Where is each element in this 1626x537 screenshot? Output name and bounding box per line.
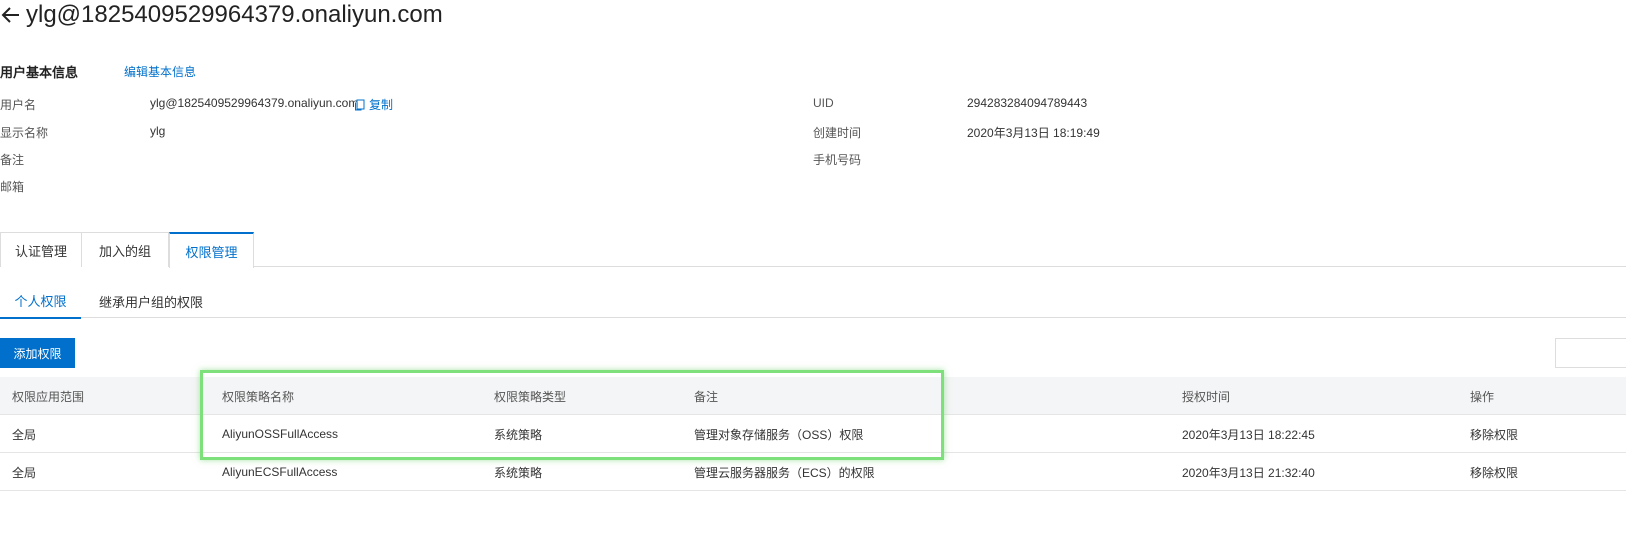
- page-title: ylg@1825409529964379.onaliyun.com: [26, 1, 443, 28]
- add-permission-button[interactable]: 添加权限: [0, 338, 75, 368]
- tab-auth-management[interactable]: 认证管理: [0, 232, 82, 267]
- row-scope: 全局: [12, 465, 37, 480]
- tab-personal-permissions[interactable]: 个人权限: [0, 284, 81, 319]
- uid-label: UID: [813, 96, 834, 110]
- basic-info-title: 用户基本信息: [0, 65, 79, 80]
- remark-label: 备注: [0, 153, 25, 167]
- header-scope: 权限应用范围: [12, 389, 85, 404]
- table-row: 全局 AliyunOSSFullAccess 系统策略 管理对象存储服务（OSS…: [0, 415, 1626, 453]
- tab-permission-management[interactable]: 权限管理: [169, 232, 254, 268]
- row-remark: 管理云服务器服务（ECS）的权限: [694, 465, 875, 480]
- phone-label: 手机号码: [813, 153, 862, 167]
- tab-joined-groups[interactable]: 加入的组: [82, 232, 169, 267]
- display-name-label: 显示名称: [0, 126, 49, 140]
- username-value: ylg@1825409529964379.onaliyun.com: [150, 96, 359, 110]
- page-header: ylg@1825409529964379.onaliyun.com: [0, 0, 443, 30]
- policy-name-link[interactable]: AliyunECSFullAccess: [222, 453, 337, 491]
- tab-inherited-group-permissions[interactable]: 继承用户组的权限: [88, 284, 214, 318]
- sub-tabs: 个人权限 继承用户组的权限: [0, 284, 1626, 319]
- header-policy-name: 权限策略名称: [222, 389, 295, 404]
- policy-name-link[interactable]: AliyunOSSFullAccess: [222, 415, 338, 453]
- ram-user-detail-page: ylg@1825409529964379.onaliyun.com 用户基本信息…: [0, 0, 1626, 537]
- table-row: 全局 AliyunECSFullAccess 系统策略 管理云服务器服务（ECS…: [0, 453, 1626, 491]
- row-granted-time: 2020年3月13日 21:32:40: [1182, 465, 1315, 480]
- header-granted-time: 授权时间: [1182, 389, 1231, 404]
- created-time-value: 2020年3月13日 18:19:49: [967, 126, 1100, 140]
- row-remark: 管理对象存储服务（OSS）权限: [694, 427, 864, 442]
- copy-icon: [354, 99, 366, 111]
- display-name-value: ylg: [150, 124, 166, 138]
- row-policy-type: 系统策略: [494, 465, 543, 480]
- search-box[interactable]: [1555, 338, 1626, 368]
- copy-button[interactable]: 复制: [354, 96, 393, 113]
- row-granted-time: 2020年3月13日 18:22:45: [1182, 427, 1315, 442]
- email-label: 邮箱: [0, 180, 25, 194]
- remove-permission-link[interactable]: 移除权限: [1470, 453, 1518, 491]
- created-time-label: 创建时间: [813, 126, 862, 140]
- uid-value: 294283284094789443: [967, 96, 1088, 110]
- table-header: 权限应用范围 权限策略名称 权限策略类型 备注 授权时间 操作: [0, 377, 1626, 415]
- header-policy-type: 权限策略类型: [494, 389, 567, 404]
- main-tabs: 认证管理 加入的组 权限管理: [0, 232, 1626, 268]
- header-remark: 备注: [694, 389, 719, 404]
- row-scope: 全局: [12, 427, 37, 442]
- remove-permission-link[interactable]: 移除权限: [1470, 415, 1518, 453]
- header-actions: 操作: [1470, 389, 1495, 404]
- username-label: 用户名: [0, 98, 37, 112]
- copy-label: 复制: [369, 98, 394, 112]
- row-policy-type: 系统策略: [494, 427, 543, 442]
- edit-basic-info-link[interactable]: 编辑基本信息: [124, 63, 196, 80]
- permissions-table: 权限应用范围 权限策略名称 权限策略类型 备注 授权时间 操作 全局 Aliyu…: [0, 377, 1626, 491]
- arrow-left-icon[interactable]: [0, 4, 22, 26]
